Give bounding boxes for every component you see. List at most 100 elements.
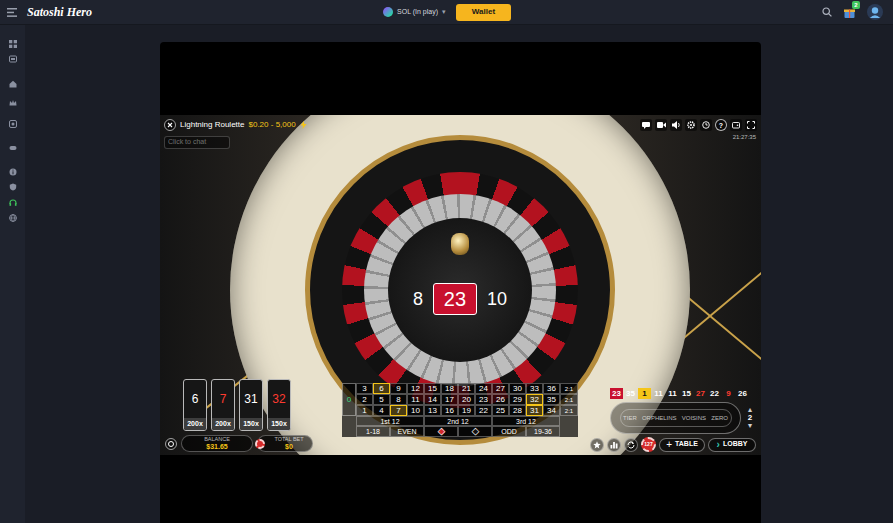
number-cell[interactable]: 29 (509, 394, 526, 405)
number-cell[interactable]: 17 (441, 394, 458, 405)
number-cell[interactable]: 20 (458, 394, 475, 405)
number-cell[interactable]: 14 (424, 394, 441, 405)
racetrack-row: TIERORPHELINSVOISINSZERO ▴ 2 ▾ (610, 402, 756, 434)
cell-number: 36 (547, 385, 556, 393)
dozen-cell[interactable]: 1st 12 (356, 416, 424, 426)
number-cell[interactable]: 16 (441, 405, 458, 416)
avatar-icon[interactable] (867, 4, 883, 20)
number-cell[interactable]: 25 (492, 405, 509, 416)
home-icon[interactable] (9, 80, 17, 88)
dozen-cell[interactable]: 2nd 12 (424, 416, 492, 426)
number-cell[interactable]: 13 (424, 405, 441, 416)
video-toggle[interactable] (655, 119, 667, 131)
gamepad-icon[interactable] (9, 144, 17, 152)
number-cell[interactable]: 27 (492, 383, 509, 394)
number-cell[interactable]: 6 (373, 383, 390, 394)
dozen-cell[interactable]: 3rd 12 (492, 416, 560, 426)
outside-cell[interactable]: ◆ (424, 426, 458, 437)
settings-button[interactable] (685, 119, 697, 131)
number-cell[interactable]: 24 (475, 383, 492, 394)
number-cell[interactable]: 3 (356, 383, 373, 394)
coin-icon[interactable] (165, 438, 177, 450)
number-cell[interactable]: 5 (373, 394, 390, 405)
column-cell[interactable]: 2:1 (560, 383, 578, 394)
toolbar: ? 21:27:35 (640, 119, 757, 142)
total-bet-value: $0 (285, 443, 293, 450)
number-cell[interactable]: 7 (390, 405, 407, 416)
number-cell[interactable]: 11 (407, 394, 424, 405)
search-icon[interactable] (822, 7, 832, 17)
chip-button[interactable]: 127 (641, 437, 656, 452)
number-cell[interactable]: 15 (424, 383, 441, 394)
info-icon[interactable] (9, 168, 17, 176)
crown-icon[interactable] (9, 99, 17, 107)
outside-cell[interactable]: ◆ (458, 426, 492, 437)
number-cell[interactable]: 22 (475, 405, 492, 416)
logo[interactable]: Satoshi Hero (27, 6, 92, 18)
slots-icon[interactable] (9, 120, 17, 128)
number-cell[interactable]: 26 (492, 394, 509, 405)
shield-icon[interactable] (9, 183, 17, 191)
menu-icon[interactable] (7, 8, 17, 17)
number-cell[interactable]: 8 (390, 394, 407, 405)
lobby-button[interactable]: › LOBBY (708, 438, 756, 452)
column-cell[interactable]: 2:1 (560, 394, 578, 405)
number-cell[interactable]: 31 (526, 405, 543, 416)
number-cell[interactable]: 28 (509, 405, 526, 416)
help-button[interactable]: ? (715, 119, 727, 131)
table-button[interactable]: + TABLE (659, 438, 705, 452)
fullscreen-button[interactable] (745, 119, 757, 131)
favourite-button[interactable] (590, 438, 604, 452)
balance: BALANCE $31.65 (181, 435, 253, 452)
history-number: 9 (722, 388, 735, 399)
up-arrow[interactable]: ▴ (748, 406, 752, 414)
down-arrow[interactable]: ▾ (748, 422, 752, 430)
zero-cell[interactable]: 0 (342, 383, 356, 416)
racetrack-label[interactable]: TIER (623, 415, 637, 421)
cell-number: 35 (547, 396, 556, 404)
repeat-button[interactable] (624, 438, 638, 452)
outside-cell[interactable]: 19-36 (526, 426, 560, 437)
column-cell[interactable]: 2:1 (560, 405, 578, 416)
number-cell[interactable]: 18 (441, 383, 458, 394)
number-cell[interactable]: 34 (543, 405, 560, 416)
number-cell[interactable]: 21 (458, 383, 475, 394)
number-cell[interactable]: 36 (543, 383, 560, 394)
wallet-button[interactable]: Wallet (456, 4, 511, 21)
racetrack[interactable]: TIER ORPHELINS VOISINS ZERO (610, 402, 741, 434)
casino-icon[interactable] (9, 55, 17, 63)
close-icon[interactable] (164, 119, 176, 131)
outside-cell[interactable]: ODD (492, 426, 526, 437)
racetrack-label[interactable]: ORPHELINS (642, 415, 677, 421)
rewards[interactable]: 2 (843, 6, 856, 19)
number-cell[interactable]: 19 (458, 405, 475, 416)
support-icon[interactable] (9, 199, 17, 207)
brand: Satoshi Hero (7, 6, 379, 18)
number-cell[interactable]: 2 (356, 394, 373, 405)
globe-icon[interactable] (9, 214, 17, 222)
number-cell[interactable]: 1 (356, 405, 373, 416)
grid-icon[interactable] (9, 40, 17, 48)
number-cell[interactable]: 12 (407, 383, 424, 394)
outside-cell[interactable]: 1-18 (356, 426, 390, 437)
number-cell[interactable]: 32 (526, 394, 543, 405)
gear-icon (687, 121, 695, 129)
number-cell[interactable]: 4 (373, 405, 390, 416)
racetrack-label[interactable]: ZERO (711, 415, 728, 421)
racetrack-label[interactable]: VOISINS (682, 415, 706, 421)
chat-toggle[interactable] (640, 119, 652, 131)
cashier-button[interactable] (730, 119, 742, 131)
chat-input[interactable] (164, 136, 230, 149)
number-cell[interactable]: 10 (407, 405, 424, 416)
number-cell[interactable]: 33 (526, 383, 543, 394)
currency-select[interactable]: SOL (In play) ▾ (379, 4, 450, 20)
statistics-button[interactable] (607, 438, 621, 452)
outside-cell[interactable]: EVEN (390, 426, 424, 437)
betting-board[interactable]: 0369121518212427303336258111417202326293… (342, 383, 578, 437)
number-cell[interactable]: 9 (390, 383, 407, 394)
number-cell[interactable]: 35 (543, 394, 560, 405)
sound-toggle[interactable] (670, 119, 682, 131)
number-cell[interactable]: 23 (475, 394, 492, 405)
history-button[interactable] (700, 119, 712, 131)
number-cell[interactable]: 30 (509, 383, 526, 394)
